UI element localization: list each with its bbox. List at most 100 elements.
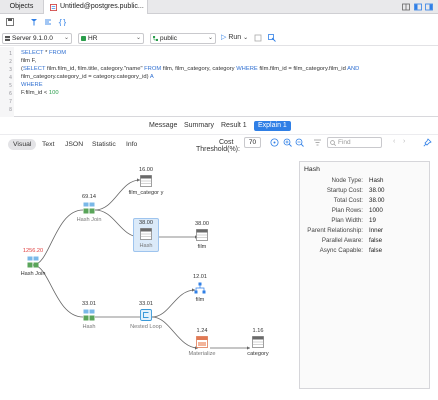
split-view-icon[interactable] — [402, 3, 410, 11]
next-match-icon[interactable]: › — [403, 138, 405, 145]
toolbar-icons: {} — [0, 14, 438, 30]
node-name: Hash Join — [20, 271, 46, 277]
property-row: Startup Cost: 38.00 — [300, 186, 431, 196]
plan-node-category[interactable]: 1.16 category — [238, 328, 278, 357]
save-icon[interactable] — [6, 18, 14, 26]
node-cost: 38.00 — [195, 221, 209, 227]
chevron-down-icon: ⌄ — [135, 35, 141, 41]
code-snippet-icon[interactable]: {} — [58, 18, 66, 26]
node-cost: 1.16 — [252, 328, 264, 334]
sql-keyword: FROM — [48, 50, 67, 56]
schema-select[interactable]: public ⌄ — [150, 33, 216, 44]
sql-keyword: SELECT — [22, 66, 46, 72]
zoom-out-icon[interactable] — [295, 138, 304, 147]
query-tab-icon — [50, 4, 57, 11]
zoom-in-icon[interactable] — [283, 138, 292, 147]
query-builder-icon[interactable] — [30, 18, 38, 26]
format-icon[interactable] — [44, 18, 52, 26]
hash-join-icon — [83, 202, 95, 214]
node-cost: 1.24 — [196, 328, 208, 334]
property-value: 38.00 — [369, 187, 385, 194]
sql-keyword: AND — [347, 66, 360, 72]
explain-icon[interactable] — [268, 34, 276, 42]
database-select[interactable]: HR ⌄ — [78, 33, 144, 44]
node-name: Hash — [82, 324, 96, 330]
find-input[interactable]: Find — [327, 137, 382, 148]
node-name: category — [247, 351, 269, 357]
node-cost: 38.00 — [139, 220, 153, 226]
database-select-value: HR — [88, 35, 98, 42]
sql-keyword: A — [149, 74, 154, 80]
sidebar-toggle-icon[interactable] — [425, 3, 433, 11]
subtab-visual[interactable]: Visual — [8, 139, 37, 150]
node-name: film — [197, 244, 207, 250]
code-line: (SELECT film.film_id, film.title, catego… — [21, 66, 359, 72]
hash-icon — [140, 228, 152, 240]
tab-summary[interactable]: Summary — [184, 121, 214, 131]
nested-loop-icon — [140, 309, 152, 321]
property-key: Parent Relationship: — [307, 227, 363, 234]
plan-node-film-index[interactable]: 12.01 film — [180, 274, 220, 303]
subtab-text[interactable]: Text — [42, 139, 54, 150]
sql-editor[interactable]: 1 2 3 4 5 6 7 8 SELECT * FROM film F, (S… — [0, 47, 438, 117]
run-button-label: Run — [228, 34, 242, 41]
plan-node-hash-selected[interactable]: 38.00 Hash — [126, 218, 166, 253]
code-line: film_category.category_id = category.cat… — [21, 74, 154, 80]
pin-icon[interactable] — [423, 138, 432, 147]
property-row: Node Type: Hash — [300, 176, 431, 186]
line-number: 4 — [8, 75, 12, 81]
tab-explain-1[interactable]: Explain 1 — [254, 121, 291, 131]
threshold-label: Threshold(%): — [196, 146, 240, 153]
hash-icon — [83, 309, 95, 321]
node-cost: 69.14 — [82, 194, 96, 200]
zoom-reset-icon[interactable] — [270, 138, 279, 147]
database-icon — [81, 36, 86, 41]
play-icon: ▷ — [221, 34, 227, 41]
properties-title: Hash — [304, 166, 320, 173]
plan-node-hash[interactable]: 33.01 Hash — [69, 301, 109, 330]
find-placeholder: Find — [338, 139, 351, 146]
table-scan-icon — [196, 229, 208, 241]
chevron-down-icon: ⌄ — [63, 35, 69, 41]
index-scan-icon — [194, 282, 206, 294]
result-tabs: Message Summary Result 1 Explain 1 — [0, 118, 438, 132]
table-scan-icon — [252, 336, 264, 348]
tab-query[interactable]: Untitled@postgres.public... — [44, 0, 148, 14]
line-number: 3 — [8, 67, 12, 73]
run-button[interactable]: ▷ Run ⌄ — [221, 33, 248, 41]
tab-result-1[interactable]: Result 1 — [221, 121, 247, 131]
table-scan-icon — [140, 175, 152, 187]
subtab-info[interactable]: Info — [126, 139, 137, 150]
property-value: false — [369, 247, 383, 254]
filter-icon[interactable] — [313, 138, 322, 147]
plan-node-film[interactable]: 38.00 film — [182, 221, 222, 250]
schema-icon — [153, 36, 158, 41]
explain-diagram[interactable]: 1256.20 Hash Join 69.14 Hash Join 16.00 … — [0, 155, 300, 400]
cost-label: Cost — [219, 139, 234, 146]
plan-node-nested-loop[interactable]: 33.01 Nested Loop — [126, 301, 166, 330]
code-line: F.film_id < 100 — [21, 90, 59, 96]
line-number: 5 — [8, 83, 12, 89]
plan-node-hash-join-root[interactable]: 1256.20 Hash Join — [13, 248, 53, 277]
cost-threshold-input[interactable]: 70 — [244, 137, 261, 148]
tab-objects[interactable]: Objects — [0, 0, 44, 14]
code-line: WHERE — [21, 82, 43, 88]
panel-icon[interactable] — [414, 3, 422, 11]
node-name: Materialize — [188, 351, 216, 357]
prev-match-icon[interactable]: ‹ — [393, 138, 395, 145]
sql-keyword: SELECT — [21, 50, 44, 56]
node-name: Nested Loop — [130, 324, 162, 330]
sql-keyword: WHERE — [21, 82, 43, 88]
subtab-statistic[interactable]: Statistic — [92, 139, 116, 150]
plan-node-hash-join[interactable]: 69.14 Hash Join — [69, 194, 109, 223]
server-select[interactable]: Server 9.1.0.0 ⌄ — [2, 33, 72, 44]
tab-message[interactable]: Message — [149, 121, 177, 131]
node-cost: 1256.20 — [22, 248, 44, 254]
property-key: Startup Cost: — [326, 187, 363, 194]
plan-node-film-category[interactable]: 16.00 film_categor y — [126, 167, 166, 196]
subtab-json[interactable]: JSON — [65, 139, 83, 150]
server-select-value: Server 9.1.0.0 — [12, 35, 53, 42]
plan-node-materialize[interactable]: 1.24 Materialize — [182, 328, 222, 357]
property-row: Plan Rows: 1000 — [300, 206, 431, 216]
stop-icon[interactable] — [254, 34, 262, 42]
